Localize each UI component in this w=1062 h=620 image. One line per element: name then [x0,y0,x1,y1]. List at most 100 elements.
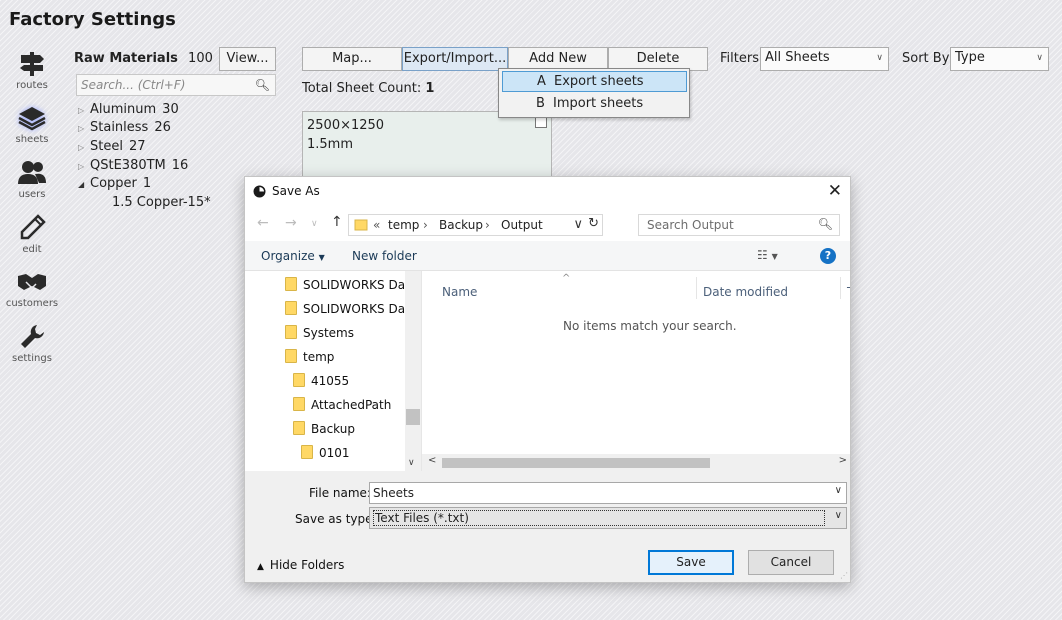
tree-item-steel[interactable]: ▷ Steel 27 [78,139,146,154]
sortby-select[interactable]: Type ∨ [950,47,1049,71]
expand-arrow-icon[interactable]: ▷ [78,162,90,171]
wrench-icon [4,321,60,351]
raw-materials-header: Raw Materials 100 [74,51,213,66]
layers-icon [4,102,60,132]
nav-edit[interactable]: edit [4,212,60,255]
forward-arrow-icon[interactable]: → [285,215,297,231]
nav-sheets[interactable]: sheets [4,102,60,145]
tree-item-name: Aluminum [90,102,157,117]
raw-materials-title: Raw Materials [74,51,178,66]
column-header-date[interactable]: Date modified [703,285,788,299]
folder-item[interactable]: temp [285,349,334,364]
scrollbar-thumb[interactable] [442,458,710,468]
tree-item-name: Stainless [90,120,149,135]
expand-arrow-icon[interactable]: ▷ [78,106,90,115]
tree-item-qste380tm[interactable]: ▷ QStE380TM 16 [78,158,188,173]
tree-item-copper[interactable]: ◢ Copper 1 [78,176,151,191]
collapse-arrow-icon[interactable]: ◢ [78,180,90,189]
menu-item-import-sheets[interactable]: B Import sheets [502,94,687,115]
chevron-right-icon[interactable]: › [485,218,490,232]
column-divider[interactable] [696,277,697,299]
tree-item-count: 26 [154,120,171,135]
hide-folders-button[interactable]: ▲ Hide Folders [257,558,344,572]
file-name-label: File name: [309,486,371,500]
back-arrow-icon[interactable]: ← [257,215,269,231]
recent-locations-icon[interactable]: ∨ [311,219,318,229]
dialog-titlebar[interactable]: Save As ✕ [245,177,850,207]
search-output-placeholder: Search Output [647,218,734,232]
menu-item-key: A [537,74,546,89]
tree-item-name: QStE380TM [90,158,166,173]
scrollbar-thumb[interactable] [406,409,420,425]
refresh-icon[interactable]: ↻ [588,216,599,231]
column-header-type[interactable]: T [847,285,850,299]
chevron-down-icon: ∨ [1036,53,1043,63]
column-header-name[interactable]: Name [442,285,477,299]
search-icon[interactable]: 🔍︎ [255,78,270,92]
dropdown-triangle-icon: ▼ [318,253,325,262]
column-divider[interactable] [840,277,841,299]
app-icon [253,185,266,202]
cancel-button[interactable]: Cancel [748,550,834,575]
nav-customers[interactable]: customers [4,266,60,309]
scroll-down-icon[interactable]: ∨ [408,458,415,468]
save-type-select[interactable]: Text Files (*.txt) ∨ [369,507,847,529]
export-import-button[interactable]: Export/Import... [402,47,508,71]
folder-item[interactable]: AttachedPath [293,397,391,412]
file-name-input[interactable]: Sheets ∨ [369,482,847,504]
nav-routes[interactable]: routes [4,48,60,91]
expand-arrow-icon[interactable]: ▷ [78,143,90,152]
materials-search-input[interactable]: Search... (Ctrl+F) 🔍︎ [76,74,276,96]
folder-name: temp [303,350,335,364]
horizontal-scrollbar[interactable]: < > [422,454,850,471]
chevron-right-icon[interactable]: › [423,218,428,232]
chevron-down-icon[interactable]: ∨ [835,485,842,496]
resize-grip-icon[interactable]: ⋰ [840,571,848,580]
menu-item-label: Import sheets [553,96,644,111]
close-icon[interactable]: ✕ [828,181,842,201]
chevron-up-icon: ▲ [257,562,264,572]
file-list-pane: ^ Name Date modified T No items match yo… [421,271,850,471]
help-icon[interactable]: ? [820,248,836,264]
save-button[interactable]: Save [648,550,734,575]
up-arrow-icon[interactable]: ↑ [331,214,343,230]
folder-name: 41055 [311,374,350,388]
command-bar: Organize ▼ New folder ☷ ▼ ? [245,241,850,271]
folder-item[interactable]: SOLIDWORKS Data [285,301,417,316]
view-options-icon[interactable]: ☷ ▼ [757,248,778,262]
nav-users[interactable]: users [4,157,60,200]
folder-item[interactable]: SOLIDWORKS Data [285,277,417,292]
nav-settings[interactable]: settings [4,321,60,364]
tree-child-item[interactable]: 1.5 Copper-15* [112,195,211,210]
sheet-thickness: 1.5mm [307,137,354,152]
new-folder-button[interactable]: New folder [352,249,417,263]
folder-icon [285,325,297,339]
chevron-down-icon[interactable]: ∨ [573,217,583,232]
tree-item-aluminum[interactable]: ▷ Aluminum 30 [78,102,179,117]
users-icon [4,157,60,187]
address-segment[interactable]: Backup [439,218,483,232]
tree-item-name: Steel [90,139,123,154]
scroll-right-icon[interactable]: > [839,455,847,466]
organize-button[interactable]: Organize ▼ [261,249,325,263]
folder-icon [293,373,305,387]
map-button[interactable]: Map... [302,47,402,71]
view-button[interactable]: View... [219,47,276,71]
vertical-scrollbar[interactable]: ∨ [405,271,421,471]
folder-name: SOLIDWORKS Data [303,278,418,292]
address-bar[interactable]: « temp › Backup › Output ∨ ↻ [348,214,603,236]
expand-arrow-icon[interactable]: ▷ [78,124,90,133]
scroll-left-icon[interactable]: < [428,455,436,466]
folder-item[interactable]: 0101 [301,445,350,460]
menu-item-export-sheets[interactable]: A Export sheets [502,71,687,92]
tree-item-stainless[interactable]: ▷ Stainless 26 [78,120,171,135]
tree-item-count: 16 [171,158,189,173]
folder-item[interactable]: Systems [285,325,354,340]
folder-item[interactable]: 41055 [293,373,349,388]
folder-item[interactable]: Backup [293,421,355,436]
filters-select[interactable]: All Sheets ∨ [760,47,889,71]
address-segment[interactable]: Output [501,218,543,232]
save-type-label: Save as type: [295,512,377,526]
address-segment[interactable]: temp [388,218,419,232]
search-output-input[interactable]: Search Output 🔍︎ [638,214,840,236]
